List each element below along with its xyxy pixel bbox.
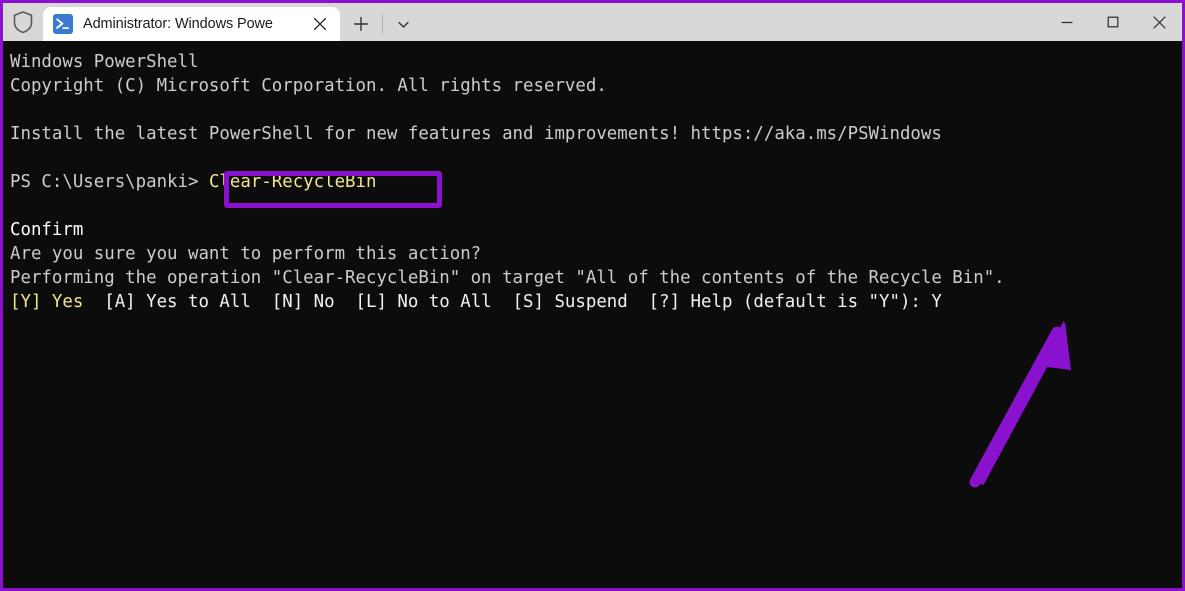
console-text: Clear-RecycleBin: [208, 172, 377, 192]
console-text: Performing the operation "Clear-RecycleB…: [10, 268, 1005, 288]
console-line-confirm-question: Are you sure you want to perform this ac…: [10, 242, 1182, 266]
console-line-banner-copyright: Copyright (C) Microsoft Corporation. All…: [10, 74, 1182, 98]
minimize-button[interactable]: [1044, 3, 1090, 41]
new-tab-button[interactable]: [340, 7, 382, 41]
console-text: Windows PowerShell: [10, 52, 199, 72]
close-window-button[interactable]: [1136, 3, 1182, 41]
console-text: [A] Yes to All [N] No [L] No to All [S] …: [83, 292, 942, 312]
console-line-confirm-choices: [Y] Yes [A] Yes to All [N] No [L] No to …: [10, 290, 1182, 314]
tab-title: Administrator: Windows Powe: [83, 16, 273, 32]
close-tab-icon[interactable]: [300, 7, 340, 41]
console-text: [Y] Yes: [10, 292, 84, 312]
console-text: Install the latest PowerShell for new fe…: [10, 124, 942, 144]
powershell-window: Administrator: Windows Powe Windows Powe…: [0, 0, 1185, 591]
powershell-icon: [53, 14, 73, 34]
tab-administrator-windows-powershell[interactable]: Administrator: Windows Powe: [43, 7, 340, 41]
console-line-blank-2: [10, 146, 1182, 170]
chevron-down-icon[interactable]: [382, 7, 424, 41]
titlebar-spacer: [424, 7, 1044, 41]
console-line-confirm-heading: Confirm: [10, 218, 1182, 242]
maximize-button[interactable]: [1090, 3, 1136, 41]
console-text: Confirm: [10, 220, 84, 240]
console-text: Are you sure you want to perform this ac…: [10, 244, 482, 264]
console-line-banner-title: Windows PowerShell: [10, 50, 1182, 74]
console-line-blank-3: [10, 194, 1182, 218]
console-text: PS C:\Users\panki>: [10, 172, 209, 192]
console-line-blank-1: [10, 98, 1182, 122]
console-line-banner-install: Install the latest PowerShell for new fe…: [10, 122, 1182, 146]
console-line-prompt-line: PS C:\Users\panki> Clear-RecycleBin: [10, 170, 1182, 194]
console-text: Copyright (C) Microsoft Corporation. All…: [10, 76, 607, 96]
terminal-output-area[interactable]: Windows PowerShell Copyright (C) Microsof…: [3, 41, 1182, 588]
shield-icon: [3, 3, 43, 41]
console-line-confirm-operation: Performing the operation "Clear-RecycleB…: [10, 266, 1182, 290]
console-lines: Windows PowerShell Copyright (C) Microsof…: [10, 50, 1182, 314]
title-bar: Administrator: Windows Powe: [3, 3, 1182, 41]
